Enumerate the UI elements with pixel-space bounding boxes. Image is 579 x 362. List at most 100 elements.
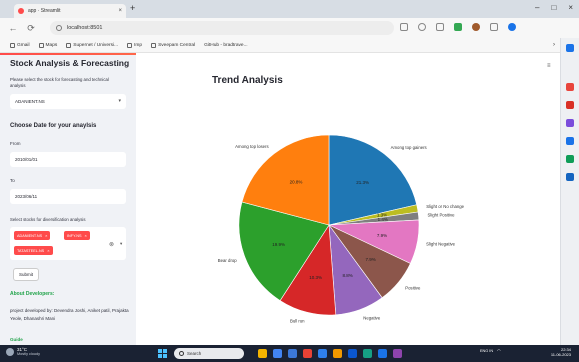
browser-tab[interactable]: app · Streamlit × (14, 4, 126, 18)
tools-icon[interactable] (566, 101, 574, 109)
site-info-icon[interactable] (56, 25, 62, 31)
slice-category-label: Slight or No change (426, 204, 464, 209)
taskbar-app-icon[interactable] (288, 349, 297, 358)
taskbar-app-icon[interactable] (348, 349, 357, 358)
slice-percent-label: 1.4% (378, 217, 388, 222)
more-menu-icon[interactable] (490, 23, 498, 31)
slice-category-label: Slight Negative (426, 241, 456, 246)
taskbar-app-icon[interactable] (333, 349, 342, 358)
copilot-icon[interactable] (508, 23, 516, 31)
chip-infy[interactable]: INFY.NS × (64, 231, 90, 240)
remove-chip-icon[interactable]: × (85, 233, 87, 238)
search-label: Search (187, 351, 202, 356)
taskbar-search[interactable]: Search (174, 348, 244, 359)
slice-category-label: Among top losers (235, 144, 268, 149)
profile-avatar[interactable] (472, 23, 480, 31)
cloud-icon (6, 347, 14, 356)
back-button[interactable]: ← (8, 23, 18, 33)
taskbar-app-icon[interactable] (258, 349, 267, 358)
taskbar-app-icon[interactable] (393, 349, 402, 358)
minimize-button[interactable]: – (535, 3, 539, 12)
favorites-icon[interactable] (436, 23, 444, 31)
slice-percent-label: 7.9% (377, 233, 387, 238)
shopping-icon[interactable] (566, 83, 574, 91)
slice-percent-label: 21.3% (356, 180, 369, 185)
url-text: localhost:8501 (67, 25, 103, 31)
app-main: ≡ Trend Analysis 21.3% Among top gainers 1… (136, 53, 560, 345)
slice-category-label: Among top gainers (391, 145, 427, 150)
close-tab-icon[interactable]: × (118, 8, 122, 14)
slice-category-label: Positive (405, 286, 421, 291)
bookmark-github[interactable]: GitHub - bradtrave... (204, 43, 247, 48)
read-aloud-icon[interactable] (400, 23, 408, 31)
extensions-icon[interactable] (418, 23, 426, 31)
from-date-input[interactable]: 2010/01/01 (10, 152, 126, 167)
taskbar-app-icon[interactable] (303, 349, 312, 358)
tab-title: app · Streamlit (28, 8, 61, 14)
bookmark-gmail[interactable]: Gmail (10, 42, 30, 48)
chip-tatasteel[interactable]: TATASTEEL.NS × (14, 246, 53, 255)
maximize-button[interactable]: □ (551, 3, 556, 12)
trend-pie-chart: 21.3%Among top gainers1.3%Slight or No c… (218, 134, 465, 323)
office-icon[interactable] (566, 137, 574, 145)
taskbar-app-icon[interactable] (363, 349, 372, 358)
wifi-icon[interactable]: ◠ (497, 348, 500, 353)
add-icon[interactable] (566, 173, 574, 181)
slice-percent-label: 10.3% (309, 275, 322, 280)
remove-chip-icon[interactable]: × (47, 248, 49, 253)
bookmark-maps[interactable]: Maps (38, 42, 57, 48)
taskbar-app-icon[interactable] (273, 349, 282, 358)
remove-chip-icon[interactable]: × (45, 233, 47, 238)
clock[interactable]: 22:34 11-06-2023 (551, 347, 571, 357)
address-bar: ← ⟳ localhost:8501 (0, 18, 579, 38)
language-indicator[interactable]: ENG IN (480, 349, 493, 353)
bookmarks-overflow-icon[interactable]: › (553, 42, 555, 48)
taskbar-app-icon[interactable] (378, 349, 387, 358)
date-heading: Choose Date for your anaylsis (10, 123, 97, 129)
games-icon[interactable] (566, 119, 574, 127)
close-window-button[interactable]: × (568, 3, 573, 12)
new-tab-button[interactable]: + (130, 3, 135, 13)
slice-category-label: Bear drop (218, 258, 237, 263)
slice-percent-label: 20.8% (290, 180, 303, 185)
diversification-multiselect[interactable]: ADANIENT.NS × INFY.NS × TATASTEEL.NS × ⊗ ▾ (10, 227, 126, 260)
stock-select[interactable]: ADANIENT.NS ▾ (10, 94, 126, 109)
slice-category-label: Negative (363, 315, 381, 320)
streamlit-favicon-icon (18, 8, 24, 14)
sidebar-title: Stock Analysis & Forecasting (10, 58, 130, 68)
weather-desc: Mostly cloudy (17, 352, 41, 356)
slice-category-label: Bull run (290, 318, 305, 323)
refresh-button[interactable]: ⟳ (26, 23, 36, 34)
tab-strip: app · Streamlit × + – □ × (0, 0, 579, 18)
clock-date: 11-06-2023 (550, 352, 571, 357)
chip-adanient[interactable]: ADANIENT.NS × (14, 231, 51, 240)
chevron-down-icon[interactable]: ▾ (120, 241, 122, 247)
about-text: project developed by: Devendra Joshi, An… (10, 308, 129, 321)
submit-button[interactable]: Submit (13, 268, 39, 281)
extension-icon[interactable] (454, 23, 462, 31)
bookmark-supernet[interactable]: Supernet / Universi... (66, 42, 118, 48)
page-icon (10, 42, 15, 48)
window-controls: – □ × (535, 3, 573, 12)
to-date-input[interactable]: 2023/06/11 (10, 189, 126, 204)
clear-all-icon[interactable]: ⊗ (109, 241, 114, 248)
stock-select-value: ADANIENT.NS (15, 99, 45, 104)
bookmark-imp[interactable]: Imp (127, 42, 142, 48)
search-icon (179, 351, 184, 356)
toolbar-icons (400, 23, 516, 31)
outlook-icon[interactable] (566, 155, 574, 163)
about-heading: About Developers: (10, 291, 55, 297)
slice-percent-label: 7.9% (365, 257, 375, 262)
slice-percent-label: 19.9% (272, 242, 285, 247)
url-field[interactable]: localhost:8501 (50, 21, 394, 35)
slice-percent-label: 8.8% (343, 273, 353, 278)
search-icon[interactable] (566, 44, 574, 52)
windows-start-icon[interactable] (158, 349, 167, 358)
guide-link[interactable]: Guide (10, 337, 23, 342)
bookmark-central[interactable]: Sveepam Central (151, 42, 195, 48)
sidebar-description: Please select the stock for forecasting … (10, 77, 109, 88)
multiselect-label: Select stocks for diversification analys… (10, 217, 86, 222)
weather-widget[interactable]: 31°C Mostly cloudy (6, 347, 40, 356)
taskbar-app-icon[interactable] (318, 349, 327, 358)
chevron-down-icon: ▾ (118, 98, 121, 104)
